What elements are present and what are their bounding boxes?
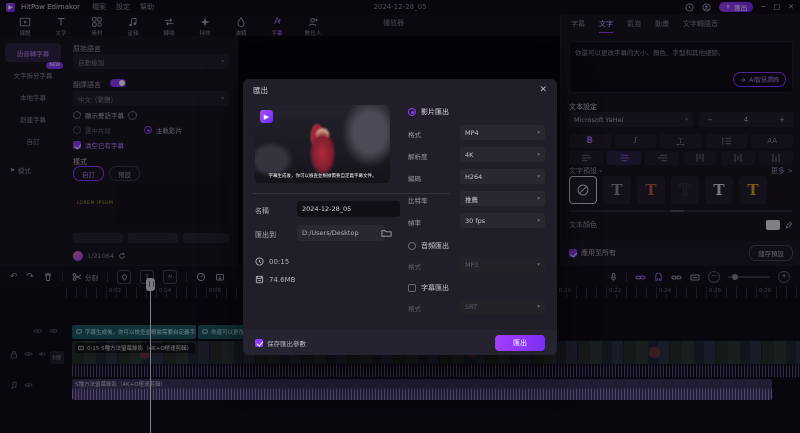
field-select[interactable]: H264 ▾ — [460, 169, 545, 184]
section-label: 字幕匯出 — [421, 284, 449, 292]
video-格式-row: 格式 MP4 ▾ — [408, 125, 545, 140]
save-params-label: 保存匯出參數 — [267, 339, 306, 348]
field-select: SRT ▾ — [460, 299, 545, 314]
chevron-down-icon: ▾ — [537, 129, 540, 136]
field-label: 格式 — [408, 263, 421, 271]
audio-export-radio[interactable]: 音頻匯出 — [408, 241, 449, 251]
video-編碼-row: 編碼 H264 ▾ — [408, 169, 545, 184]
storage-icon — [255, 275, 264, 284]
chevron-down-icon: ▾ — [537, 151, 540, 158]
chevron-down-icon: ▾ — [537, 173, 540, 180]
field-label: 格式 — [408, 305, 421, 313]
chevron-down-icon: ▾ — [537, 303, 540, 310]
confirm-export-button[interactable]: 匯出 — [495, 334, 545, 351]
radio-icon — [408, 242, 416, 250]
field-value: MP3 — [465, 260, 479, 269]
watermark-logo-icon: ▶ — [260, 110, 273, 123]
duration-row: 00:15 — [255, 257, 289, 266]
video-解析度-row: 解析度 4K ▾ — [408, 147, 545, 162]
app-window: ▶ HitPaw Edimakor 檔案 設定 幫助 匯出 ─ □ ✕ 2024-1… — [0, 0, 800, 433]
field-label: 幀率 — [408, 219, 421, 227]
field-label: 解析度 — [408, 153, 428, 161]
subtitle-export-checkbox[interactable]: 字幕匯出 — [408, 283, 449, 293]
checkbox-icon — [408, 284, 416, 292]
clock-icon — [255, 257, 264, 266]
field-select[interactable]: MP4 ▾ — [460, 125, 545, 140]
destination-label: 匯出到 — [255, 231, 276, 239]
field-value: 4K — [465, 150, 474, 159]
video-幀率-row: 幀率 30 fps ▾ — [408, 213, 545, 228]
name-input[interactable] — [297, 201, 400, 217]
field-value: SRT — [465, 302, 478, 311]
field-select[interactable]: 推薦 ▾ — [460, 191, 545, 206]
field-label: 格式 — [408, 131, 421, 139]
field-value: H264 — [465, 172, 483, 181]
video-export-radio[interactable]: 影片匯出 — [408, 107, 449, 117]
subtitle-format-row: 格式 SRT ▾ — [408, 299, 545, 314]
chevron-down-icon: ▾ — [537, 217, 540, 224]
dialog-footer: 保存匯出參數 匯出 — [243, 330, 557, 355]
field-select: MP3 ▾ — [460, 257, 545, 272]
field-select[interactable]: 30 fps ▾ — [460, 213, 545, 228]
field-select[interactable]: 4K ▾ — [460, 147, 545, 162]
field-label: 編碼 — [408, 175, 421, 183]
folder-icon[interactable] — [381, 228, 392, 238]
field-value: 30 fps — [465, 216, 486, 225]
video-比特率-row: 比特率 推薦 ▾ — [408, 191, 545, 206]
field-value: 推薦 — [465, 195, 478, 204]
chevron-down-icon: ▾ — [537, 261, 540, 268]
preview-subtitle-text: 字幕生成後，你可以檢查並根據需要自定義字幕文件。 — [268, 174, 377, 179]
chevron-down-icon: ▾ — [537, 195, 540, 202]
save-params-checkbox[interactable] — [255, 338, 263, 347]
dialog-title: 匯出 — [253, 85, 268, 95]
filesize-row: 74.6MB — [255, 275, 295, 284]
section-label: 音頻匯出 — [421, 242, 449, 250]
field-value: MP4 — [465, 128, 479, 137]
destination-input[interactable] — [297, 225, 385, 241]
export-dialog: 匯出 ✕ ▶ 字幕生成後，你可以檢查並根據需要自定義字幕文件。 名稱 匯出到 0… — [243, 79, 557, 355]
field-label: 比特率 — [408, 197, 428, 205]
radio-selected-icon — [408, 108, 416, 116]
export-settings-column: 影片匯出格式 MP4 ▾ 解析度 4K ▾ 編碼 H264 ▾ 比特率 推薦 ▾ 幀率 30 fps ▾ 音頻… — [408, 79, 545, 325]
name-label: 名稱 — [255, 207, 269, 215]
audio-format-row: 格式 MP3 ▾ — [408, 257, 545, 272]
export-preview-thumbnail: ▶ 字幕生成後，你可以檢查並根據需要自定義字幕文件。 — [255, 105, 390, 183]
section-label: 影片匯出 — [421, 108, 449, 116]
